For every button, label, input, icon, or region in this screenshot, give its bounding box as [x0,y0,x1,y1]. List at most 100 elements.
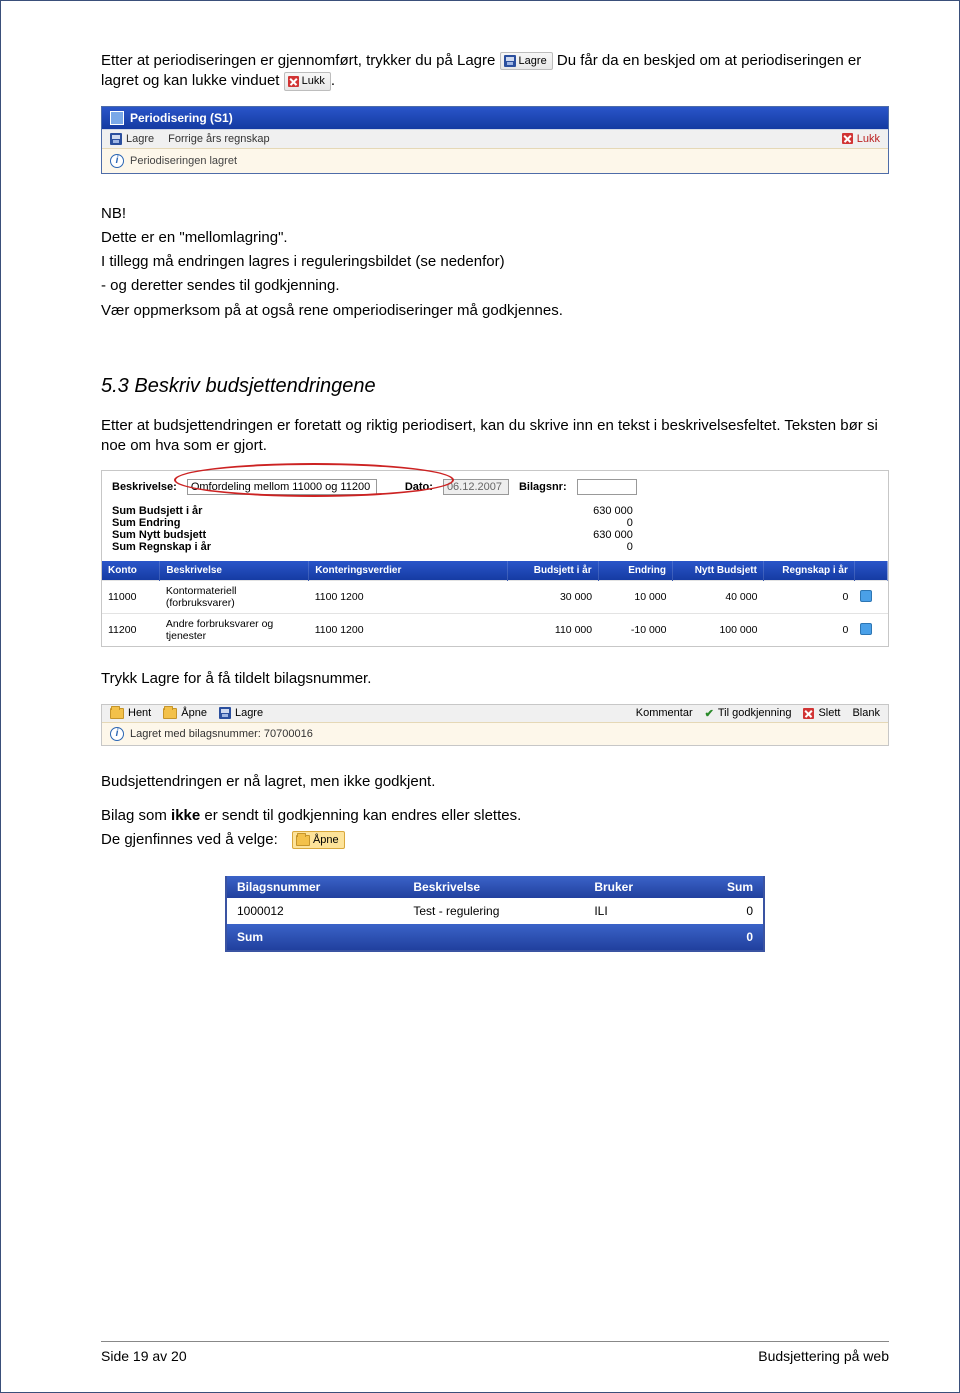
lagre-toolbar-screenshot: Hent Åpne Lagre Kommentar ✔ Til godkjenni… [101,704,889,746]
col-bruker[interactable]: Bruker [584,876,684,898]
cell-kont: 1100 1200 [309,581,507,614]
apne-label: Åpne [181,707,207,719]
folder-icon [296,835,310,846]
toolbar-forrige-label: Forrige års regnskap [168,133,270,145]
godkjenning-label: Til godkjenning [718,707,792,719]
col-bilagsnummer[interactable]: Bilagsnummer [227,876,403,898]
cell-bruker: ILI [584,898,684,924]
slett-label: Slett [818,707,840,719]
toolbar-forrige[interactable]: Forrige års regnskap [168,133,270,145]
apne-button-inline[interactable]: Åpne [292,831,345,850]
slett-button[interactable]: Slett [803,707,840,719]
beskrivelse-input[interactable] [187,479,377,495]
disk-icon [110,133,122,145]
nb-text3: Vær oppmerksom på at også rene omperiodi… [101,301,889,321]
toolbar-lukk[interactable]: Lukk [842,133,880,145]
bilag-ikke-text: Bilag som ikke er sendt til godkjenning … [101,806,889,826]
nb-text2b: - og deretter sendes til godkjenning. [101,276,889,296]
gjenfinnes-text: De gjenfinnes ved å velge: [101,831,278,848]
col-nytt[interactable]: Nytt Budsjett [673,561,764,581]
cell-beskr: Kontormateriell (forbruksvarer) [160,581,309,614]
cell-endring: -10 000 [598,614,672,647]
cell-nytt: 100 000 [673,614,764,647]
godkjenning-button[interactable]: ✔ Til godkjenning [705,707,792,720]
kommentar-button[interactable]: Kommentar [636,707,693,719]
dato-label: Dato: [405,481,433,493]
cell-sum: 0 [684,898,763,924]
col-regnskap[interactable]: Regnskap i år [763,561,854,581]
budget-screenshot: Beskrivelse: Dato: Bilagsnr: Sum Budsjet… [101,470,889,647]
intro-paragraph: Etter at periodiseringen er gjennomført,… [101,51,889,92]
close-icon [803,708,814,719]
close-icon [842,133,853,144]
apne-label: Åpne [313,833,339,848]
footer-page: Side 19 av 20 [101,1348,187,1364]
nb-text2a: I tillegg må endringen lagres i reguleri… [101,252,889,272]
lukk-button-inline[interactable]: Lukk [284,72,331,91]
status-text: Periodiseringen lagret [130,155,237,167]
cell-konto: 11000 [102,581,160,614]
blank-button[interactable]: Blank [852,707,880,719]
col-action [854,561,887,581]
row-action-icon[interactable] [860,623,872,635]
window-statusbar: i Periodiseringen lagret [102,148,888,173]
foot-label: Sum [227,924,684,950]
cell-budsjett: 30 000 [507,581,598,614]
cell-nr: 1000012 [227,898,403,924]
disk-icon [504,55,516,67]
foot-value: 0 [684,924,763,950]
toolbar-lukk-label: Lukk [857,133,880,145]
lagre-button-inline[interactable]: Lagre [500,52,553,71]
nb-text1: Dette er en "mellomlagring". [101,228,889,248]
page-footer: Side 19 av 20 Budsjettering på web [101,1341,889,1364]
col-endring[interactable]: Endring [598,561,672,581]
cell-beskr: Andre forbruksvarer og tjenester [160,614,309,647]
intro-text-a: Etter at periodiseringen er gjennomført,… [101,52,500,69]
lagre-label: Lagre [519,54,547,69]
col-budsjett[interactable]: Budsjett i år [507,561,598,581]
window-toolbar: Lagre Forrige års regnskap Lukk [102,129,888,148]
sum-value: 0 [541,517,633,529]
cell-beskr: Test - regulering [403,898,584,924]
chart-icon [110,111,124,125]
toolbar-lagre[interactable]: Lagre [110,133,154,145]
info-icon: i [110,727,124,741]
hent-button[interactable]: Hent [110,707,151,719]
periodisering-window: Periodisering (S1) Lagre Forrige års reg… [101,106,889,174]
bilag-table: Bilagsnummer Beskrivelse Bruker Sum 1000… [225,876,765,952]
section-text: Etter at budsjettendringen er foretatt o… [101,416,889,457]
disk-icon [219,707,231,719]
bilagsnr-input[interactable] [577,479,637,495]
apne-button[interactable]: Åpne [163,707,207,719]
cell-endring: 10 000 [598,581,672,614]
sum-value: 0 [541,541,633,553]
col-konteringsverdier[interactable]: Konteringsverdier [309,561,507,581]
row-action-icon[interactable] [860,590,872,602]
blank-label: Blank [852,707,880,719]
dato-input [443,479,509,495]
lagret-text: Budsjettendringen er nå lagret, men ikke… [101,772,889,792]
sum-label: Sum Budsjett i år [112,505,541,517]
sum-label: Sum Nytt budsjett [112,529,541,541]
lagre-label: Lagre [235,707,263,719]
col-beskrivelse[interactable]: Beskrivelse [160,561,309,581]
col-beskrivelse[interactable]: Beskrivelse [403,876,584,898]
table-row[interactable]: 1000012 Test - regulering ILI 0 [227,898,763,924]
table-row[interactable]: 11200 Andre forbruksvarer og tjenester 1… [102,614,888,647]
nb-heading: NB! [101,204,889,224]
toolbar-lagre-label: Lagre [126,133,154,145]
bold-ikke: ikke [171,807,200,824]
check-icon: ✔ [705,707,714,720]
folder-icon [110,708,124,719]
sum-label: Sum Regnskap i år [112,541,541,553]
col-sum[interactable]: Sum [684,876,763,898]
cell-budsjett: 110 000 [507,614,598,647]
sum-table: Sum Budsjett i år630 000 Sum Endring0 Su… [102,499,888,561]
col-konto[interactable]: Konto [102,561,160,581]
lagre-button[interactable]: Lagre [219,707,263,719]
table-row[interactable]: 11000 Kontormateriell (forbruksvarer) 11… [102,581,888,614]
footer-title: Budsjettering på web [758,1348,889,1364]
section-heading: 5.3 Beskriv budsjettendringene [101,375,889,398]
budget-grid: Konto Beskrivelse Konteringsverdier Buds… [102,561,888,646]
window-titlebar: Periodisering (S1) [102,107,888,129]
